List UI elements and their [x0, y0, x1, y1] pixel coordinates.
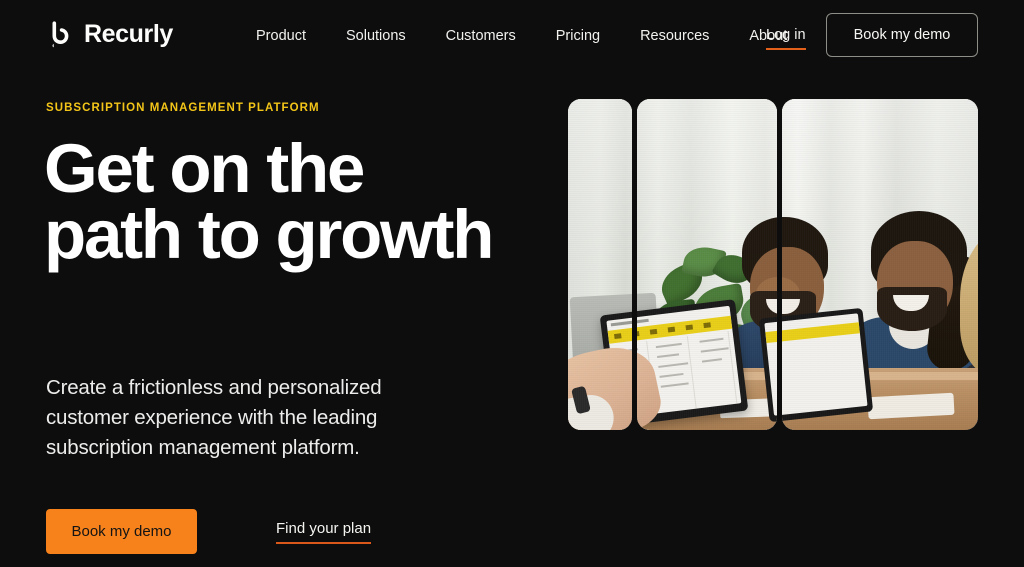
hero-eyebrow: SUBSCRIPTION MANAGEMENT PLATFORM — [46, 102, 320, 114]
hero-page: Recurly Product Solutions Customers Pric… — [0, 0, 1024, 567]
site-header: Recurly Product Solutions Customers Pric… — [0, 0, 1024, 70]
nav-item-pricing[interactable]: Pricing — [556, 26, 600, 46]
hero-subcopy: Create a frictionless and personalized c… — [46, 376, 382, 459]
nav-item-solutions[interactable]: Solutions — [346, 26, 406, 46]
hero-headline: Get on the path to growth — [44, 130, 494, 273]
main-navigation: Product Solutions Customers Pricing Reso… — [256, 26, 787, 46]
office-photo-slice-2 — [637, 99, 777, 430]
login-link[interactable]: Log in — [766, 25, 806, 50]
photo-panel-2 — [637, 99, 777, 430]
login-container: Log in — [766, 25, 806, 50]
office-photo-slice-3 — [782, 99, 978, 430]
nav-item-customers[interactable]: Customers — [446, 26, 516, 46]
photo-panel-1 — [568, 99, 632, 430]
nav-item-product[interactable]: Product — [256, 26, 306, 46]
header-book-demo-button[interactable]: Book my demo — [826, 13, 978, 57]
nav-item-resources[interactable]: Resources — [640, 26, 709, 46]
find-your-plan-link[interactable]: Find your plan — [276, 520, 372, 544]
hero-cta-row: Book my demo Find your plan — [46, 509, 372, 554]
recurly-hook-icon — [52, 21, 69, 48]
logo[interactable]: Recurly — [45, 19, 173, 49]
hero-book-demo-button[interactable]: Book my demo — [46, 509, 197, 554]
photo-panel-3 — [782, 99, 978, 430]
logo-text: Recurly — [84, 20, 173, 48]
office-photo-slice-1 — [568, 99, 632, 430]
hero-media-panels — [568, 99, 978, 430]
